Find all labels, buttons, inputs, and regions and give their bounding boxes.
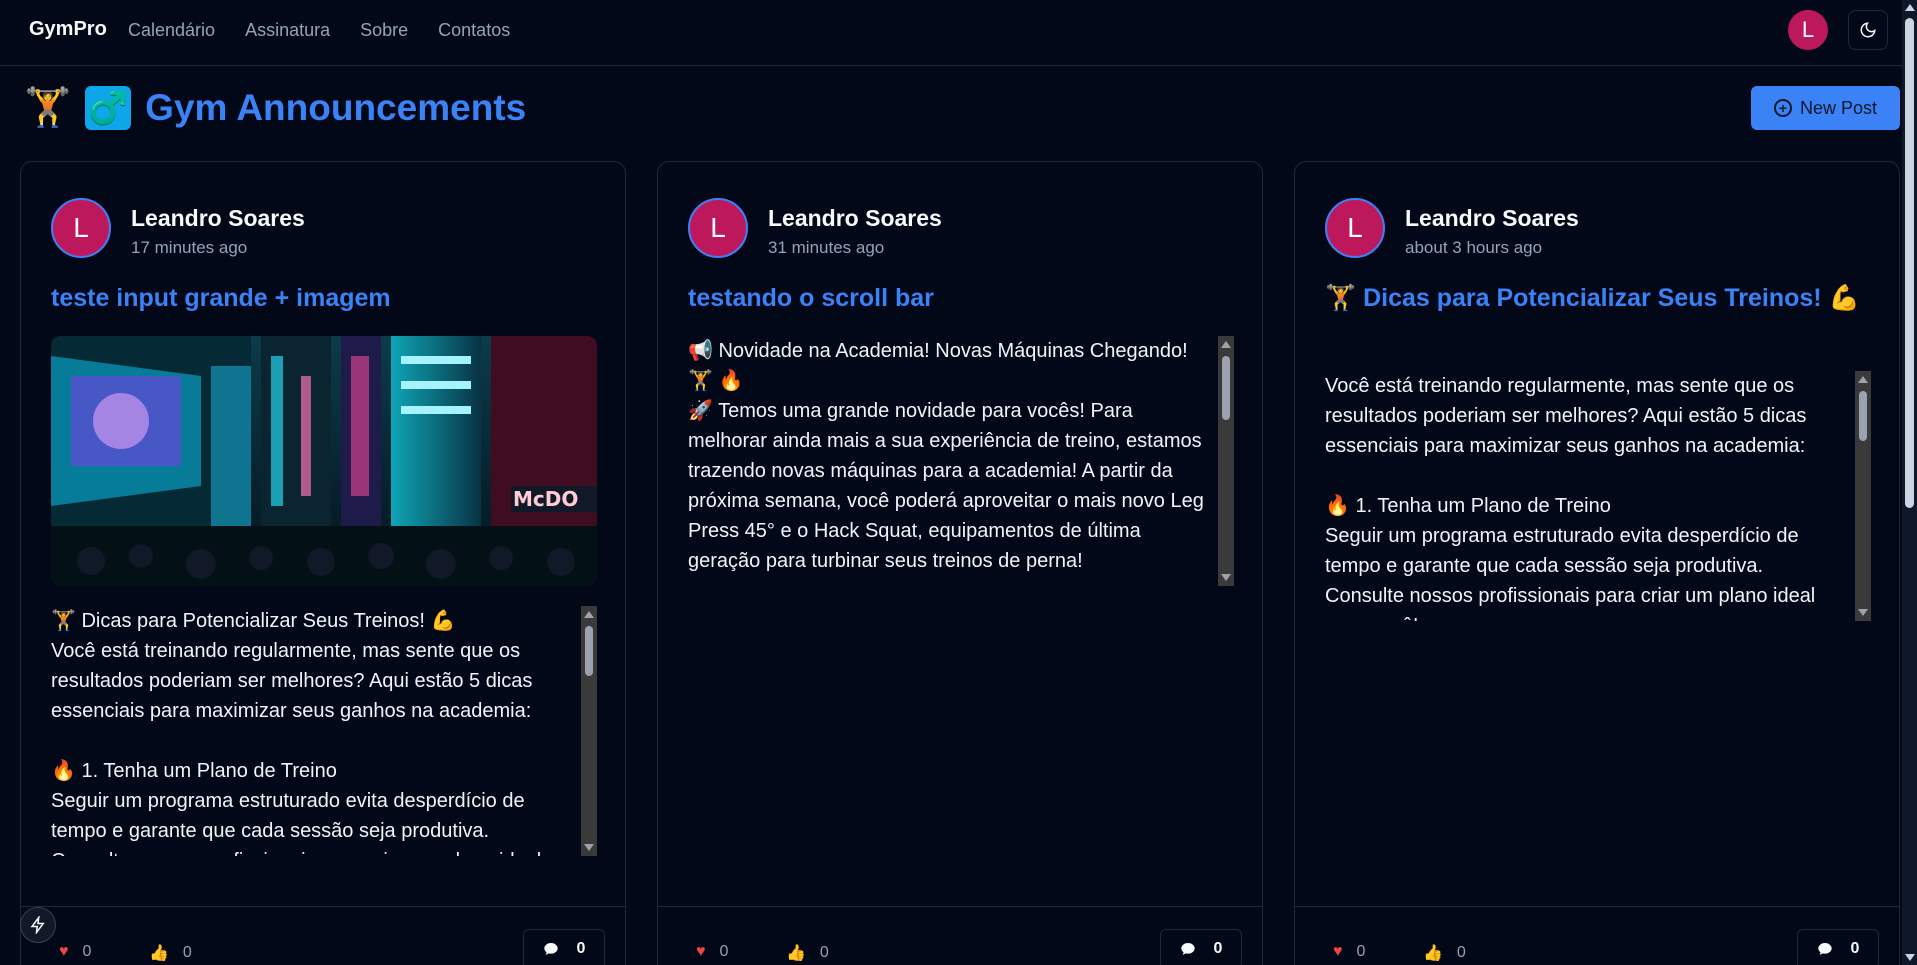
- thumbs-up-icon: 👍: [149, 945, 169, 962]
- post-scrollbar[interactable]: [1218, 336, 1234, 586]
- heart-reaction[interactable]: ♥ 0: [1333, 943, 1365, 961]
- post-body: 📢 Novidade na Academia! Novas Máquinas C…: [688, 340, 1204, 572]
- comment-icon: [1180, 943, 1195, 955]
- dev-tools-button[interactable]: [20, 907, 56, 943]
- nav-link-calendario[interactable]: Calendário: [128, 20, 215, 41]
- thumbs-up-count: 0: [1456, 944, 1466, 961]
- author-avatar[interactable]: L: [1325, 198, 1385, 258]
- author-name: Leandro Soares: [1405, 205, 1579, 231]
- scroll-up-arrow[interactable]: [1221, 341, 1231, 348]
- new-post-button[interactable]: + New Post: [1751, 86, 1900, 130]
- post-title: teste input grande + imagem: [51, 284, 391, 312]
- male-sign-icon: ♂️: [85, 86, 132, 130]
- svg-text:McDO: McDO: [513, 487, 578, 511]
- comment-icon: [1817, 943, 1832, 955]
- post-body-scroll-area[interactable]: Você está treinando regularmente, mas se…: [1325, 371, 1871, 621]
- author-name: Leandro Soares: [131, 205, 305, 231]
- nav-link-contatos[interactable]: Contatos: [438, 20, 510, 41]
- thumbs-up-icon: 👍: [786, 945, 806, 962]
- heart-icon: ♥: [1333, 943, 1343, 960]
- post-footer: ♥ 0 👍 0 0: [21, 906, 625, 965]
- lightning-icon: [30, 916, 45, 934]
- scroll-down-arrow[interactable]: [1858, 609, 1868, 616]
- thumbs-up-reaction[interactable]: 👍 0: [149, 943, 192, 963]
- scroll-up-arrow[interactable]: [1858, 376, 1868, 383]
- post-title: 🏋️ Dicas para Potencializar Seus Treinos…: [1325, 284, 1860, 312]
- scroll-up-arrow[interactable]: [584, 611, 594, 618]
- scroll-thumb[interactable]: [1905, 18, 1914, 508]
- post-title: testando o scroll bar: [688, 284, 934, 312]
- author-avatar[interactable]: L: [51, 198, 111, 258]
- post-body: 🏋️ Dicas para Potencializar Seus Treinos…: [51, 610, 541, 856]
- comment-count: 0: [1213, 940, 1223, 957]
- post-card: L Leandro Soares 17 minutes ago teste in…: [20, 161, 626, 965]
- scroll-down-arrow[interactable]: [584, 844, 594, 851]
- thumbs-up-reaction[interactable]: 👍 0: [786, 943, 829, 963]
- heart-count: 0: [1356, 943, 1366, 960]
- main-nav: Calendário Assinatura Sobre Contatos: [128, 20, 510, 41]
- heart-count: 0: [719, 943, 729, 960]
- scroll-up-arrow[interactable]: [1905, 4, 1915, 11]
- post-time: about 3 hours ago: [1405, 238, 1543, 257]
- city-night-image: McDO: [51, 336, 597, 586]
- thumbs-up-count: 0: [819, 944, 829, 961]
- page-title: Gym Announcements: [145, 87, 527, 128]
- nav-link-assinatura[interactable]: Assinatura: [245, 20, 330, 41]
- post-scrollbar[interactable]: [581, 606, 597, 856]
- post-footer: ♥ 0 👍 0 0: [658, 906, 1262, 965]
- post-body-scroll-area[interactable]: 📢 Novidade na Academia! Novas Máquinas C…: [688, 336, 1234, 586]
- post-image: McDO: [51, 336, 597, 586]
- heart-icon: ♥: [696, 943, 706, 960]
- comments-button[interactable]: 0: [1797, 929, 1879, 965]
- post-time: 31 minutes ago: [768, 238, 885, 257]
- scroll-down-arrow[interactable]: [1905, 954, 1915, 961]
- author-avatar[interactable]: L: [688, 198, 748, 258]
- plus-circle-icon: +: [1773, 99, 1792, 117]
- thumbs-up-reaction[interactable]: 👍 0: [1423, 943, 1466, 963]
- heart-reaction[interactable]: ♥ 0: [696, 943, 728, 961]
- page-scrollbar[interactable]: [1902, 0, 1917, 965]
- comment-icon: [543, 943, 558, 955]
- weightlifter-icon: 🏋️: [24, 87, 72, 129]
- scroll-thumb[interactable]: [1222, 356, 1230, 420]
- comment-count: 0: [576, 940, 586, 957]
- comments-button[interactable]: 0: [523, 929, 605, 965]
- user-avatar[interactable]: L: [1788, 10, 1828, 50]
- author-name: Leandro Soares: [768, 205, 942, 231]
- theme-toggle-button[interactable]: [1848, 10, 1888, 50]
- moon-icon: [1860, 22, 1876, 38]
- comments-button[interactable]: 0: [1160, 929, 1242, 965]
- scroll-thumb[interactable]: [1859, 391, 1867, 441]
- post-body: Você está treinando regularmente, mas se…: [1325, 375, 1816, 621]
- heart-icon: ♥: [59, 943, 69, 960]
- comment-count: 0: [1850, 940, 1860, 957]
- new-post-label: New Post: [1799, 97, 1878, 118]
- scroll-thumb[interactable]: [585, 626, 593, 676]
- post-card: L Leandro Soares about 3 hours ago 🏋️ Di…: [1294, 161, 1900, 965]
- thumbs-up-icon: 👍: [1423, 945, 1443, 962]
- scroll-down-arrow[interactable]: [1221, 574, 1231, 581]
- post-time: 17 minutes ago: [131, 238, 248, 257]
- heart-reaction[interactable]: ♥ 0: [59, 943, 91, 961]
- post-card: L Leandro Soares 31 minutes ago testando…: [657, 161, 1263, 965]
- nav-link-sobre[interactable]: Sobre: [360, 20, 408, 41]
- brand-logo[interactable]: GymPro: [29, 18, 107, 41]
- post-footer: ♥ 0 👍 0 0: [1295, 906, 1899, 965]
- top-navbar: GymPro Calendário Assinatura Sobre Conta…: [0, 0, 1917, 66]
- heart-count: 0: [82, 943, 92, 960]
- page-heading: 🏋️ ♂️ Gym Announcements: [24, 86, 526, 130]
- post-body-scroll-area[interactable]: 🏋️ Dicas para Potencializar Seus Treinos…: [51, 606, 597, 856]
- post-scrollbar[interactable]: [1855, 371, 1871, 621]
- thumbs-up-count: 0: [182, 944, 192, 961]
